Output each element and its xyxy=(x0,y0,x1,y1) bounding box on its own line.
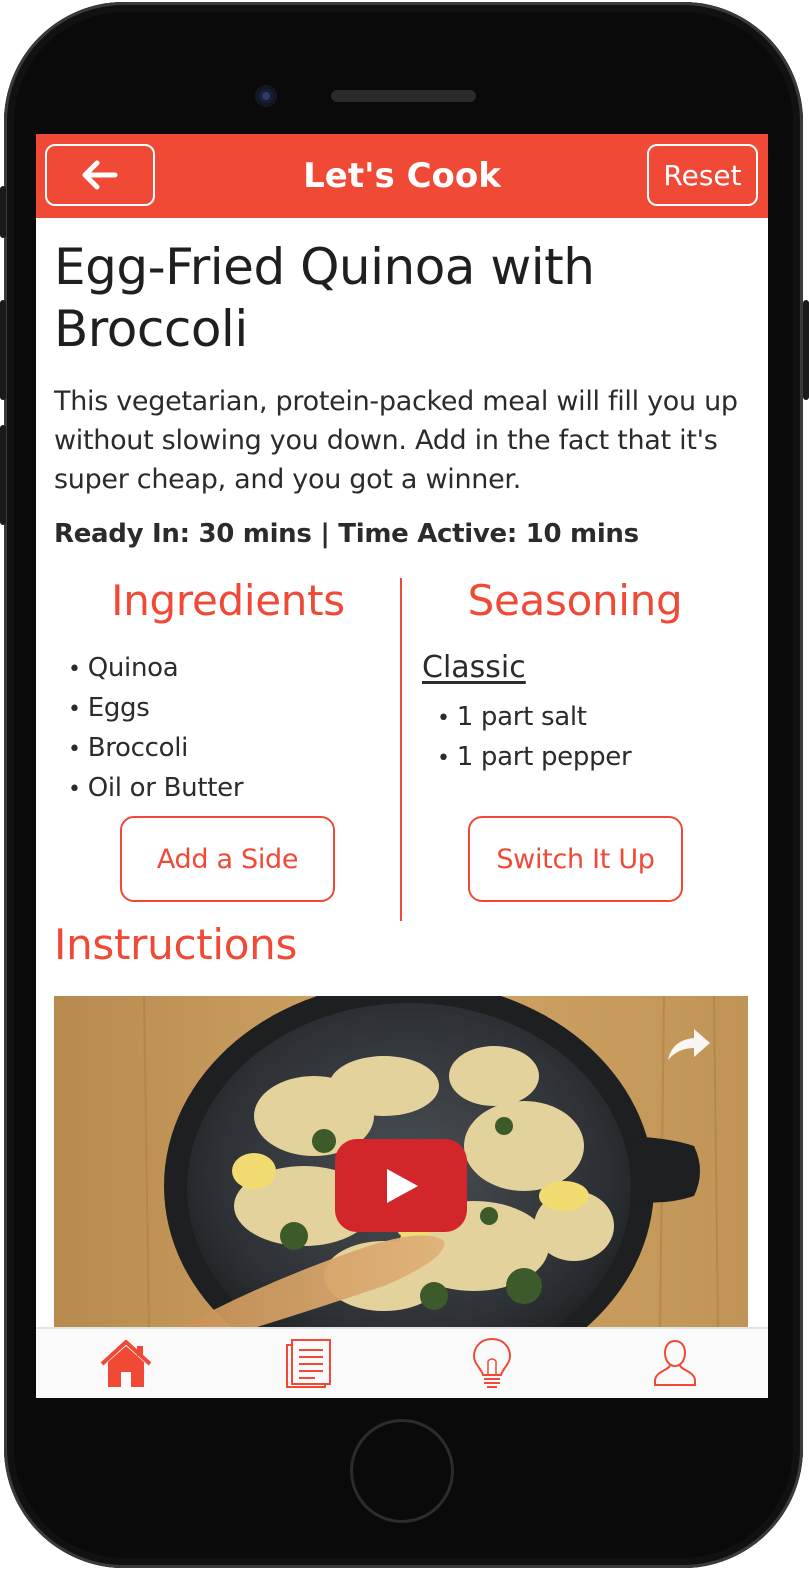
volume-down-button xyxy=(0,425,6,525)
lightbulb-icon xyxy=(472,1337,512,1388)
list-item: Oil or Butter xyxy=(68,769,244,809)
home-button[interactable] xyxy=(350,1419,454,1523)
seasoning-style: Classic xyxy=(422,650,526,685)
seasoning-list: 1 part salt 1 part pepper xyxy=(437,698,632,778)
front-camera xyxy=(255,85,277,107)
recipe-description: This vegetarian, protein-packed meal wil… xyxy=(54,386,738,495)
instructions-heading: Instructions xyxy=(54,920,298,969)
share-icon[interactable] xyxy=(666,1026,712,1062)
recipe-times: Ready In: 30 mins | Time Active: 10 mins xyxy=(54,519,639,549)
tab-home[interactable] xyxy=(96,1335,156,1391)
video-player[interactable] xyxy=(54,996,748,1331)
tab-recipes[interactable] xyxy=(279,1335,339,1391)
arrow-left-icon xyxy=(82,160,118,190)
recipe-title: Egg-Fried Quinoa with Broccoli xyxy=(54,238,595,358)
play-icon xyxy=(387,1168,418,1203)
list-document-icon xyxy=(286,1339,331,1388)
tab-profile[interactable] xyxy=(645,1335,705,1391)
bottom-tab-bar xyxy=(36,1327,768,1398)
switch-it-up-button[interactable]: Switch It Up xyxy=(468,816,683,902)
top-navigation-bar: Let's Cook Reset xyxy=(36,134,768,218)
seasoning-heading: Seasoning xyxy=(467,576,683,625)
list-item: Quinoa xyxy=(68,649,243,689)
app-screen: Let's Cook Reset Egg-Fried Quinoa with B… xyxy=(36,134,768,1398)
list-item: Broccoli xyxy=(68,729,243,769)
reset-button[interactable]: Reset xyxy=(647,144,758,206)
earpiece-speaker xyxy=(331,90,476,102)
ingredients-list: Quinoa Eggs Broccoli Oil or Butter xyxy=(68,649,244,809)
user-icon xyxy=(654,1339,696,1386)
volume-up-button xyxy=(0,300,6,400)
play-button[interactable] xyxy=(335,1139,467,1232)
list-item: 1 part pepper xyxy=(437,738,632,778)
list-item: 1 part salt xyxy=(437,698,631,738)
list-item: Eggs xyxy=(68,689,243,729)
tab-ideas[interactable] xyxy=(462,1335,522,1391)
mute-switch xyxy=(0,186,6,238)
power-button xyxy=(803,300,809,400)
column-divider xyxy=(400,578,402,921)
back-button[interactable] xyxy=(45,144,155,206)
ingredients-heading: Ingredients xyxy=(111,576,345,625)
home-icon xyxy=(100,1340,152,1387)
add-side-button[interactable]: Add a Side xyxy=(120,816,335,902)
